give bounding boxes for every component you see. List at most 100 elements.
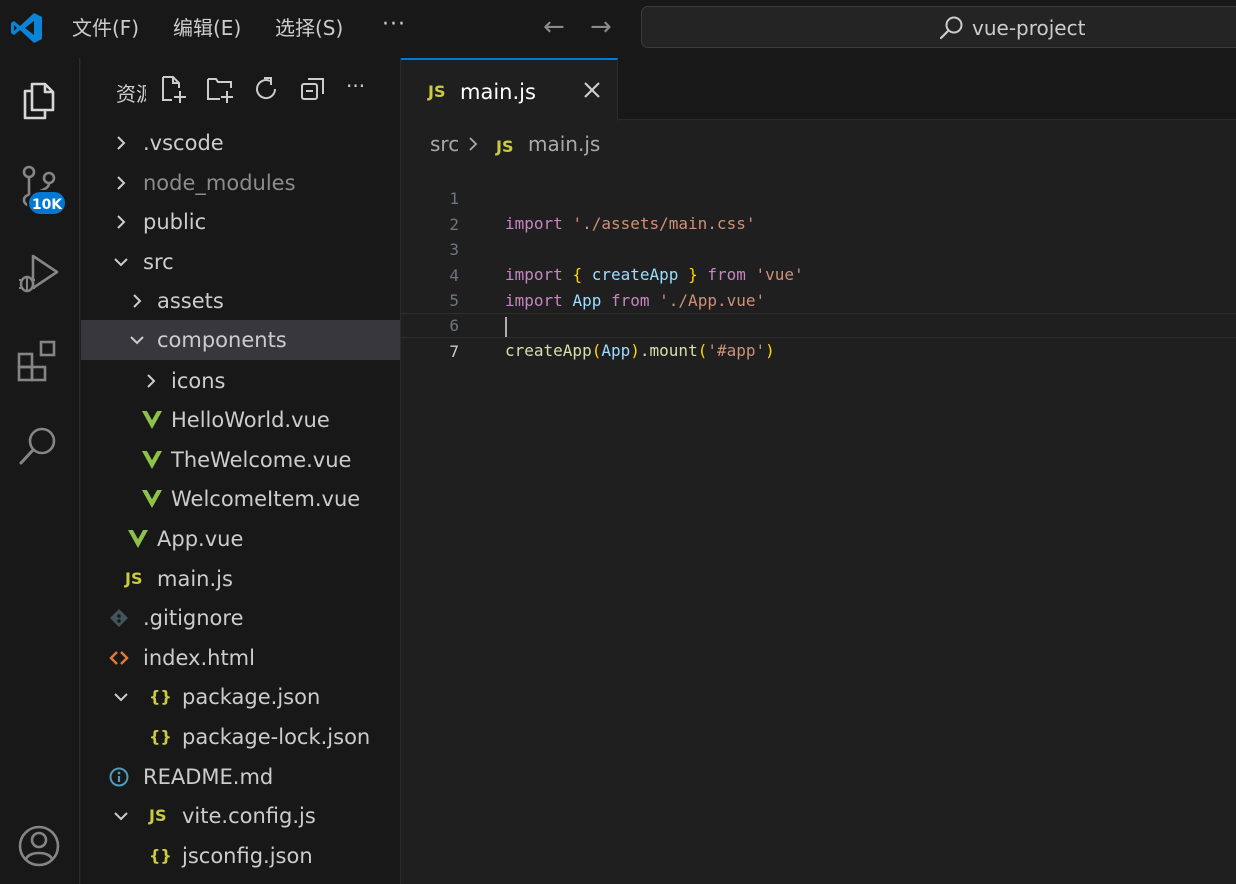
tree-item-package-json[interactable]: {} package.json — [81, 677, 400, 717]
breadcrumb-file[interactable]: main.js — [528, 130, 600, 158]
tree-item-vscode[interactable]: .vscode — [81, 123, 400, 163]
tree-item-label: index.html — [143, 646, 255, 670]
js-file-icon: JS — [496, 137, 514, 156]
tree-item-label: main.js — [157, 567, 233, 591]
tree-item-label: TheWelcome.vue — [171, 448, 352, 472]
tree-item-gitignore[interactable]: .gitignore — [81, 598, 400, 638]
tab-label: main.js — [460, 80, 536, 104]
tree-item-public[interactable]: public — [81, 202, 400, 242]
tree-item-icons[interactable]: icons — [81, 361, 400, 401]
vue-file-icon — [128, 530, 148, 548]
chevron-down-icon — [114, 693, 128, 702]
tree-item-label: .vscode — [143, 131, 224, 155]
tree-item-welcomeitem-vue[interactable]: WelcomeItem.vue — [81, 479, 400, 519]
chevron-down-icon — [114, 258, 128, 267]
js-file-icon: JS — [125, 569, 143, 588]
code-line: 3 import { createApp } from 'vue' — [401, 212, 1236, 284]
vue-file-icon — [142, 490, 162, 508]
tree-item-label: assets — [157, 289, 224, 313]
tree-item-index-html[interactable]: index.html — [81, 638, 400, 678]
search-icon — [939, 16, 963, 40]
tree-item-label: HelloWorld.vue — [171, 408, 330, 432]
vue-file-icon — [142, 411, 162, 429]
js-file-icon: JS — [149, 806, 167, 825]
breadcrumb-separator-icon — [469, 137, 478, 151]
source-control-badge: 10K — [27, 190, 67, 216]
tree-item-helloworld-vue[interactable]: HelloWorld.vue — [81, 400, 400, 440]
chevron-right-icon — [117, 136, 126, 150]
code-line: 5 — [401, 263, 1236, 310]
tree-item-label: node_modules — [143, 171, 296, 195]
chevron-right-icon — [117, 176, 126, 190]
tree-item-label: components — [157, 328, 287, 352]
code-token: '#app' — [707, 341, 766, 360]
new-file-icon[interactable] — [158, 74, 188, 104]
code-token: ( — [697, 341, 708, 360]
code-line: 1 import './assets/main.css' — [401, 161, 1236, 233]
new-folder-icon[interactable] — [205, 74, 235, 104]
breadcrumb-folder[interactable]: src — [430, 130, 459, 158]
collapse-all-icon[interactable] — [298, 74, 328, 104]
account-icon[interactable] — [15, 822, 63, 870]
tree-item-label: package-lock.json — [182, 725, 371, 749]
json-file-icon: {} — [149, 846, 172, 865]
chevron-right-icon — [117, 215, 126, 229]
menu-edit[interactable]: 编辑(E) — [173, 14, 241, 42]
search-view-icon[interactable] — [15, 422, 63, 470]
menu-more-icon[interactable]: ··· — [382, 12, 406, 37]
tree-item-jsconfig-json[interactable]: {} jsconfig.json — [81, 836, 400, 876]
tree-item-label: src — [143, 250, 174, 274]
html-file-icon — [109, 651, 129, 665]
json-file-icon: {} — [149, 727, 172, 746]
tree-item-app-vue[interactable]: App.vue — [81, 519, 400, 559]
code-editor[interactable]: 1 import './assets/main.css' 2 3 import … — [401, 160, 1236, 884]
tree-item-label: vite.config.js — [182, 804, 316, 828]
code-token: createApp — [505, 341, 592, 360]
tree-item-components[interactable]: components — [81, 320, 400, 360]
chevron-right-icon — [133, 294, 142, 308]
git-file-icon — [110, 609, 128, 627]
extensions-icon[interactable] — [15, 336, 63, 384]
line-number: 7 — [449, 342, 459, 361]
code-line: 6 createApp(App).mount('#app') — [401, 288, 1236, 360]
run-debug-icon[interactable] — [15, 250, 63, 298]
text-cursor — [505, 317, 507, 337]
menu-selection[interactable]: 选择(S) — [275, 14, 343, 42]
code-token: ( — [591, 341, 602, 360]
tree-item-node-modules[interactable]: node_modules — [81, 163, 400, 203]
tree-item-label: WelcomeItem.vue — [171, 487, 361, 511]
explorer-title: 资源管理器 — [116, 82, 146, 106]
code-line-current: 7 — [401, 313, 1236, 361]
refresh-icon[interactable] — [251, 74, 281, 104]
chevron-right-icon — [147, 374, 156, 388]
back-arrow-icon[interactable]: ← — [543, 12, 565, 42]
js-file-icon: JS — [428, 82, 446, 101]
chevron-down-icon — [114, 812, 128, 821]
tree-item-label: README.md — [143, 765, 274, 789]
tree-item-src[interactable]: src — [81, 242, 400, 282]
explorer-icon[interactable] — [15, 76, 63, 124]
tree-item-thewelcome-vue[interactable]: TheWelcome.vue — [81, 440, 400, 480]
forward-arrow-icon[interactable]: → — [590, 12, 612, 42]
code-token: . — [639, 341, 650, 360]
tree-item-package-lock-json[interactable]: {} package-lock.json — [81, 717, 400, 757]
tree-item-label: package.json — [182, 685, 321, 709]
code-token: App — [601, 341, 631, 360]
tree-item-label: .gitignore — [143, 606, 244, 630]
explorer-more-icon[interactable]: ··· — [346, 74, 376, 104]
code-line: 2 — [401, 187, 1236, 234]
tree-item-label: App.vue — [157, 527, 244, 551]
info-file-icon — [109, 767, 129, 787]
chevron-down-icon — [130, 336, 144, 345]
tree-item-label: public — [143, 210, 207, 234]
menu-file[interactable]: 文件(F) — [72, 14, 139, 42]
code-token: mount — [649, 341, 698, 360]
tree-item-vite-config-js[interactable]: JS vite.config.js — [81, 796, 400, 836]
tree-item-label: icons — [171, 369, 226, 393]
tree-item-readme-md[interactable]: README.md — [81, 757, 400, 797]
close-icon[interactable] — [580, 78, 604, 102]
json-file-icon: {} — [149, 687, 172, 706]
tree-item-main-js[interactable]: JS main.js — [81, 559, 400, 599]
code-token: ) — [630, 341, 640, 360]
tree-item-assets[interactable]: assets — [81, 281, 400, 321]
